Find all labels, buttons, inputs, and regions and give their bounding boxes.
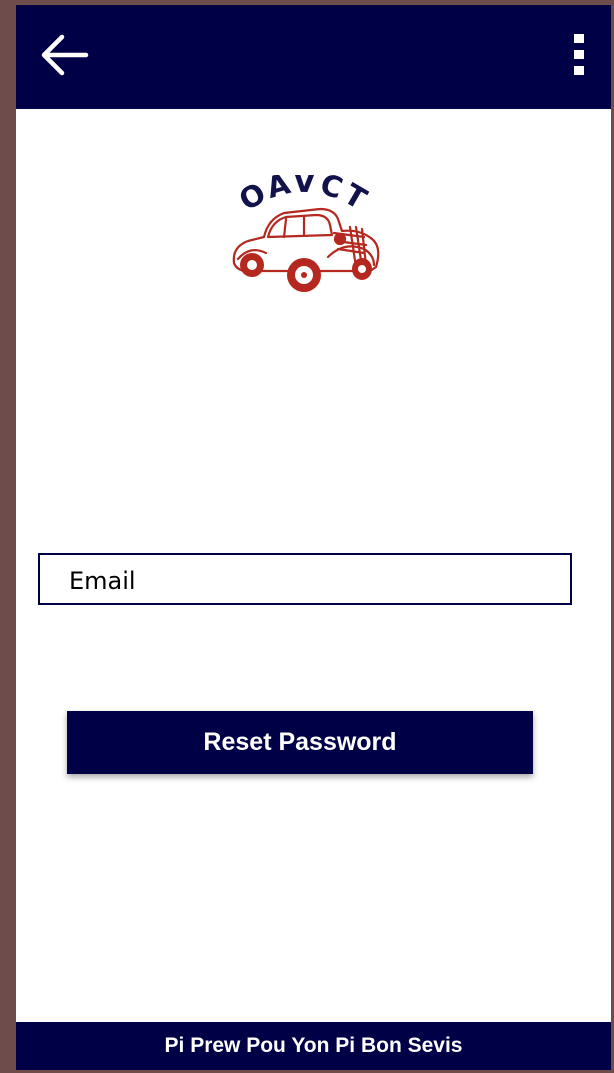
arrow-left-icon [41, 34, 89, 76]
back-button[interactable] [38, 33, 90, 77]
overflow-menu-button[interactable] [566, 31, 592, 77]
more-vertical-icon [574, 34, 584, 75]
reset-password-button[interactable]: Reset Password [67, 711, 533, 774]
footer-text: Pi Prew Pou Yon Pi Bon Sevis [164, 1034, 463, 1057]
oavct-logo: OAVCT [224, 165, 384, 300]
email-field[interactable]: Email [38, 553, 572, 605]
phone-screen: OAVCT Email Reset Password Pi Prew Pou Y… [16, 5, 611, 1070]
app-bar [16, 5, 611, 109]
email-placeholder: Email [69, 567, 136, 595]
footer-banner: Pi Prew Pou Yon Pi Bon Sevis [16, 1022, 611, 1070]
